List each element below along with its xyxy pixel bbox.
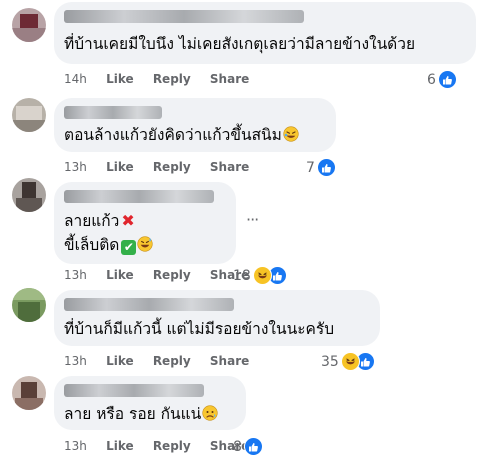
comment-text: ที่บ้านก็มีแก้วนี้ แต่ไม่มีรอยข้างในนะคร… — [64, 320, 335, 338]
reaction-summary[interactable]: 6 — [427, 70, 457, 89]
timestamp[interactable]: 13h — [64, 439, 87, 453]
comment-bubble: ตอนล้างแก้วยังคิดว่าแก้วขึ้นสนิม — [54, 98, 336, 152]
reaction-summary[interactable]: 8 — [233, 437, 263, 456]
comment-text: ขี้เล็บติด ✔ — [64, 234, 153, 258]
author-name[interactable] — [64, 384, 204, 397]
comment-text: ตอนล้างแก้วยังคิดว่าแก้วขึ้นสนิม — [64, 124, 299, 148]
reaction-count: 18 — [233, 267, 251, 284]
like-icon — [437, 70, 457, 89]
comment-text: ที่บ้านเคยมีใบนึง ไม่เคยสังเกตุเลยว่ามีล… — [64, 35, 416, 53]
share-button[interactable]: Share — [210, 354, 249, 368]
haha-icon — [252, 266, 272, 285]
comment-actions: 14h Like Reply Share — [64, 72, 264, 86]
rolling-laughing-emoji — [283, 126, 299, 148]
reaction-summary[interactable]: 18 — [233, 266, 287, 285]
reply-button[interactable]: Reply — [153, 439, 191, 453]
timestamp[interactable]: 13h — [64, 160, 87, 174]
reply-button[interactable]: Reply — [153, 354, 191, 368]
author-name[interactable] — [64, 298, 234, 311]
cross-mark-emoji: ✖ — [121, 211, 135, 230]
avatar[interactable] — [12, 98, 46, 132]
comment-4: ที่บ้านก็มีแก้วนี้ แต่ไม่มีรอยข้างในนะคร… — [0, 286, 500, 371]
haha-icon — [340, 352, 360, 371]
reaction-count: 6 — [427, 71, 436, 88]
timestamp[interactable]: 13h — [64, 268, 87, 282]
share-button[interactable]: Share — [210, 160, 249, 174]
reply-button[interactable]: Reply — [153, 72, 191, 86]
comment-5: ลาย หรือ รอย กันแน่ 13h Like Reply Share… — [0, 370, 500, 456]
reaction-count: 35 — [321, 353, 339, 370]
like-button[interactable]: Like — [106, 354, 134, 368]
comment-bubble: ที่บ้านก็มีแก้วนี้ แต่ไม่มีรอยข้างในนะคร… — [54, 290, 380, 346]
avatar[interactable] — [12, 178, 46, 212]
disappointed-relieved-emoji — [202, 405, 218, 427]
reply-button[interactable]: Reply — [153, 160, 191, 174]
author-name[interactable] — [64, 106, 162, 119]
like-button[interactable]: Like — [106, 160, 134, 174]
comment-text: ลายแก้ว ✖ — [64, 211, 135, 230]
reply-button[interactable]: Reply — [153, 268, 191, 282]
avatar[interactable] — [12, 376, 46, 410]
like-button[interactable]: Like — [106, 439, 134, 453]
reaction-summary[interactable]: 35 — [321, 352, 375, 371]
comment-bubble: ลาย หรือ รอย กันแน่ — [54, 376, 246, 430]
more-options-icon[interactable]: ··· — [246, 212, 259, 228]
comment-bubble: ที่บ้านเคยมีใบนึง ไม่เคยสังเกตุเลยว่ามีล… — [54, 2, 476, 64]
comment-actions: 13h Like Reply Share — [64, 354, 264, 368]
comment-2: ตอนล้างแก้วยังคิดว่าแก้วขึ้นสนิม 13h Lik… — [0, 94, 500, 177]
reaction-count: 7 — [306, 159, 315, 176]
avatar[interactable] — [12, 8, 46, 42]
author-name[interactable] — [64, 10, 304, 23]
comment-actions: 13h Like Reply Share — [64, 160, 264, 174]
share-button[interactable]: Share — [210, 72, 249, 86]
author-name[interactable] — [64, 190, 214, 203]
timestamp[interactable]: 13h — [64, 354, 87, 368]
like-button[interactable]: Like — [106, 72, 134, 86]
like-button[interactable]: Like — [106, 268, 134, 282]
like-icon — [243, 437, 263, 456]
comment-text: ลาย หรือ รอย กันแน่ — [64, 403, 218, 427]
reaction-summary[interactable]: 7 — [306, 158, 336, 177]
avatar[interactable] — [12, 288, 46, 322]
check-mark-emoji: ✔ — [121, 240, 137, 255]
comment-3: ลายแก้ว ✖ ขี้เล็บติด ✔ ··· 13h Like Reply … — [0, 176, 500, 286]
grinning-sweat-emoji — [137, 236, 153, 258]
like-icon — [316, 158, 336, 177]
comment-1: ที่บ้านเคยมีใบนึง ไม่เคยสังเกตุเลยว่ามีล… — [0, 0, 500, 94]
comment-bubble: ลายแก้ว ✖ ขี้เล็บติด ✔ — [54, 182, 236, 264]
reaction-count: 8 — [233, 438, 242, 455]
timestamp[interactable]: 14h — [64, 72, 87, 86]
